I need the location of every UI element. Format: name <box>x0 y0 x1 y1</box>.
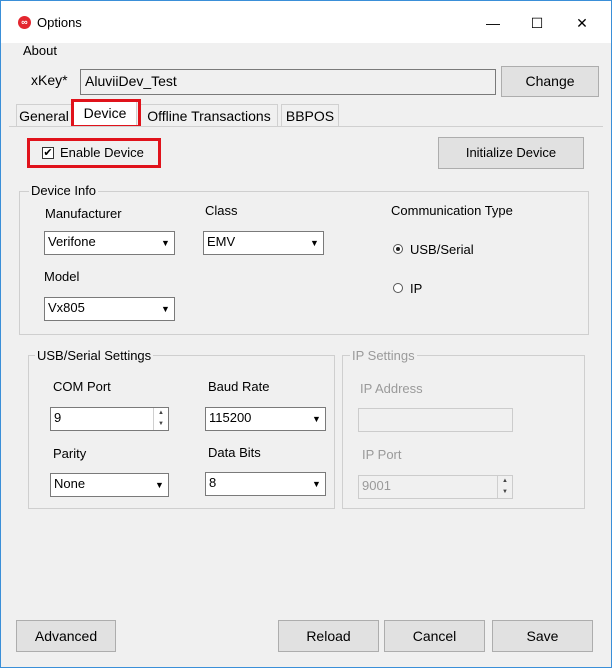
save-button[interactable]: Save <box>492 620 593 652</box>
chevron-down-icon[interactable]: ▼ <box>154 419 168 430</box>
advanced-button[interactable]: Advanced <box>16 620 116 652</box>
model-value: Vx805 <box>48 300 85 315</box>
initialize-device-button[interactable]: Initialize Device <box>438 137 584 169</box>
data-bits-select[interactable]: 8 ▼ <box>205 472 326 496</box>
communication-type-label: Communication Type <box>391 203 513 218</box>
chevron-up-icon[interactable]: ▲ <box>154 408 168 419</box>
close-button[interactable]: ✕ <box>564 9 600 37</box>
parity-value: None <box>54 476 86 491</box>
usb-serial-settings-legend: USB/Serial Settings <box>35 348 154 363</box>
data-bits-label: Data Bits <box>208 445 261 460</box>
stepper-buttons[interactable]: ▲ ▼ <box>153 408 168 430</box>
ip-radio[interactable] <box>393 283 403 293</box>
data-bits-value: 8 <box>209 475 217 490</box>
chevron-down-icon[interactable]: ▼ <box>307 233 322 253</box>
class-label: Class <box>205 203 238 218</box>
model-select[interactable]: Vx805 ▼ <box>44 297 175 321</box>
tab-offline-transactions[interactable]: Offline Transactions <box>140 104 278 126</box>
chevron-down-icon[interactable]: ▼ <box>498 487 512 498</box>
menu-about[interactable]: About <box>23 43 57 58</box>
manufacturer-value: Verifone <box>48 234 96 249</box>
title-bar: ∞ Options — ☐ ✕ <box>1 1 611 43</box>
parity-label: Parity <box>53 446 87 461</box>
app-logo-icon: ∞ <box>18 16 31 29</box>
parity-select[interactable]: None ▼ <box>50 473 169 497</box>
manufacturer-label: Manufacturer <box>45 206 122 221</box>
device-tab-highlight <box>71 99 141 128</box>
class-select[interactable]: EMV ▼ <box>203 231 324 255</box>
xkey-label: xKey* <box>31 72 68 88</box>
com-port-value: 9 <box>54 410 62 425</box>
chevron-down-icon[interactable]: ▼ <box>309 409 324 429</box>
ip-address-label: IP Address <box>360 381 423 396</box>
change-button[interactable]: Change <box>501 66 599 97</box>
stepper-buttons[interactable]: ▲ ▼ <box>497 476 512 498</box>
reload-button[interactable]: Reload <box>278 620 379 652</box>
ip-port-label: IP Port <box>362 447 402 462</box>
tab-bbpos[interactable]: BBPOS <box>281 104 339 126</box>
baud-rate-label: Baud Rate <box>208 379 270 394</box>
maximize-button[interactable]: ☐ <box>519 9 555 37</box>
xkey-field[interactable]: AluviiDev_Test <box>80 69 496 95</box>
options-window: ∞ Options — ☐ ✕ About xKey* AluviiDev_Te… <box>0 0 612 668</box>
cancel-button[interactable]: Cancel <box>384 620 485 652</box>
chevron-up-icon[interactable]: ▲ <box>498 476 512 487</box>
ip-port-value: 9001 <box>362 478 391 493</box>
enable-device-label: Enable Device <box>60 145 144 160</box>
usb-serial-radio[interactable] <box>393 244 403 254</box>
ip-settings-legend: IP Settings <box>350 348 417 363</box>
ip-port-stepper[interactable]: 9001 ▲ ▼ <box>358 475 513 499</box>
chevron-down-icon[interactable]: ▼ <box>158 299 173 319</box>
ip-address-field[interactable] <box>358 408 513 432</box>
baud-rate-select[interactable]: 115200 ▼ <box>205 407 326 431</box>
tab-general[interactable]: General <box>16 104 72 126</box>
window-title: Options <box>37 15 82 30</box>
com-port-label: COM Port <box>53 379 111 394</box>
device-info-legend: Device Info <box>29 183 99 198</box>
chevron-down-icon[interactable]: ▼ <box>309 474 324 494</box>
ip-radio-label: IP <box>410 281 423 296</box>
baud-rate-value: 115200 <box>209 410 252 425</box>
minimize-button[interactable]: — <box>475 9 511 37</box>
chevron-down-icon[interactable]: ▼ <box>152 475 167 495</box>
chevron-down-icon[interactable]: ▼ <box>158 233 173 253</box>
model-label: Model <box>44 269 80 284</box>
com-port-stepper[interactable]: 9 ▲ ▼ <box>50 407 169 431</box>
enable-device-checkbox[interactable]: ✔ <box>42 147 54 159</box>
class-value: EMV <box>207 234 236 249</box>
manufacturer-select[interactable]: Verifone ▼ <box>44 231 175 255</box>
usb-serial-radio-label: USB/Serial <box>410 242 474 257</box>
